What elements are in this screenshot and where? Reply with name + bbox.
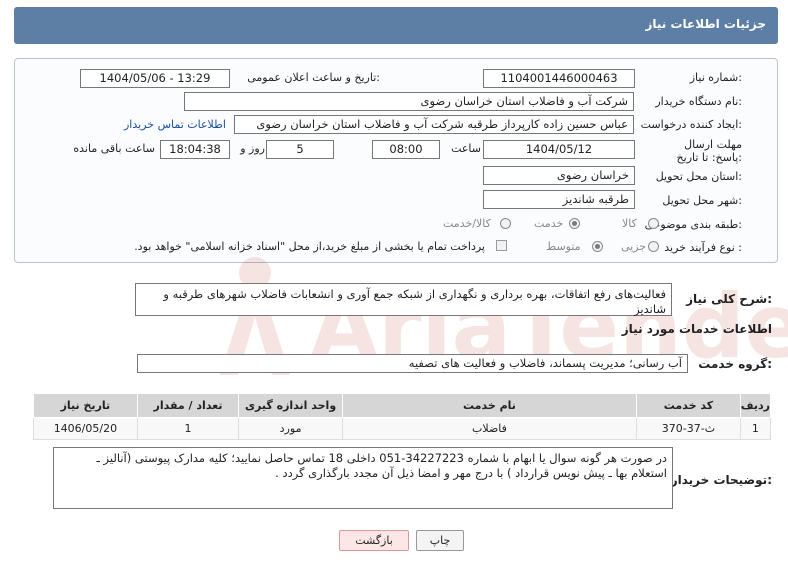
category-label-service: خدمت — [534, 217, 564, 230]
cell-service-name: فاضلاب — [341, 417, 638, 440]
process-label-medium: متوسط — [546, 240, 581, 253]
services-info-title: اطلاعات خدمات مورد نیاز — [621, 322, 772, 336]
need-desc-label: شرح کلی نیاز: — [686, 292, 772, 306]
province-field: خراسان رضوی — [483, 166, 635, 185]
cell-need-date: 1406/05/20 — [33, 417, 138, 440]
announce-datetime-label: تاریخ و ساعت اعلان عمومی: — [247, 71, 380, 84]
service-group-field: آب رسانی؛ مدیریت پسماند، فاضلاب و فعالیت… — [137, 354, 688, 373]
cell-service-code: ث-37-370 — [636, 417, 741, 440]
category-radio-service[interactable] — [569, 218, 580, 229]
category-label-goods-service: کالا/خدمت — [443, 217, 491, 230]
need-number-label: شماره نیاز: — [689, 71, 742, 84]
days-field: 5 — [266, 140, 334, 159]
service-group-label: گروه خدمت: — [698, 357, 772, 371]
th-service-name: نام خدمت — [341, 393, 638, 418]
need-info-panel — [14, 58, 778, 263]
th-quantity: تعداد / مقدار — [136, 393, 240, 418]
requester-field: عباس حسین زاده کارپرداز طرقبه شرکت آب و … — [234, 115, 634, 134]
print-button[interactable]: چاپ — [416, 530, 464, 551]
process-type-label: نوع فرآیند خرید : — [664, 241, 742, 254]
th-unit: واحد اندازه گیری — [238, 393, 343, 418]
deadline-hour-label: ساعت — [451, 142, 481, 155]
back-button[interactable]: بازگشت — [339, 530, 409, 551]
page-header: جزئیات اطلاعات نیاز — [14, 7, 778, 44]
treasury-note: پرداخت تمام یا بخشی از مبلغ خرید،از محل … — [134, 240, 485, 253]
table-header-row: ردیف کد خدمت نام خدمت واحد اندازه گیری ت… — [33, 393, 772, 418]
process-radio-minor[interactable] — [648, 241, 659, 252]
need-desc-field: فعالیت‌های رفع اتفاقات، بهره برداری و نگ… — [135, 283, 672, 316]
day-and-label: روز و — [240, 142, 265, 155]
buyer-contact-link[interactable]: اطلاعات تماس خریدار — [124, 118, 226, 131]
category-radio-goods[interactable] — [648, 218, 659, 229]
category-label-goods: کالا — [622, 217, 637, 230]
cell-unit: مورد — [238, 417, 343, 440]
category-radio-goods-service[interactable] — [500, 218, 511, 229]
th-row: ردیف — [739, 393, 772, 418]
process-label-minor: جزیی — [621, 240, 647, 253]
table-row: 1 ث-37-370 فاضلاب مورد 1 1406/05/20 — [33, 417, 772, 440]
buyer-org-field: شرکت آب و فاضلاب استان خراسان رضوی — [184, 92, 634, 111]
buyer-notes-field: در صورت هر گونه سوال یا ابهام با شماره 3… — [53, 447, 673, 509]
services-table: ردیف کد خدمت نام خدمت واحد اندازه گیری ت… — [33, 393, 772, 440]
page-title: جزئیات اطلاعات نیاز — [645, 17, 766, 31]
province-label: استان محل تحویل: — [655, 170, 742, 183]
cell-quantity: 1 — [136, 417, 240, 440]
remaining-label: ساعت باقی مانده — [73, 142, 155, 155]
deadline-time-field: 08:00 — [372, 140, 440, 159]
deadline-label: مهلت ارسال پاسخ: تا تاریخ: — [676, 138, 742, 164]
th-service-code: کد خدمت — [636, 393, 741, 418]
buyer-org-label: نام دستگاه خریدار: — [655, 95, 742, 108]
city-label: شهر محل تحویل: — [662, 194, 742, 207]
deadline-date-field: 1404/05/12 — [483, 140, 635, 159]
th-need-date: تاریخ نیاز — [33, 393, 138, 418]
remaining-time-field: 18:04:38 — [160, 140, 230, 159]
buyer-notes-label: توضیحات خریدار: — [670, 473, 772, 487]
city-field: طرقبه شاندیز — [483, 190, 635, 209]
requester-label: ایجاد کننده درخواست: — [640, 118, 742, 131]
category-label: طبقه بندی موضوعی: — [644, 218, 742, 231]
need-number-field: 1104001446000463 — [483, 69, 635, 88]
treasury-checkbox[interactable] — [496, 240, 507, 251]
process-radio-medium[interactable] — [592, 241, 603, 252]
cell-row: 1 — [739, 417, 772, 440]
announce-datetime-field: 1404/05/06 - 13:29 — [80, 69, 230, 88]
